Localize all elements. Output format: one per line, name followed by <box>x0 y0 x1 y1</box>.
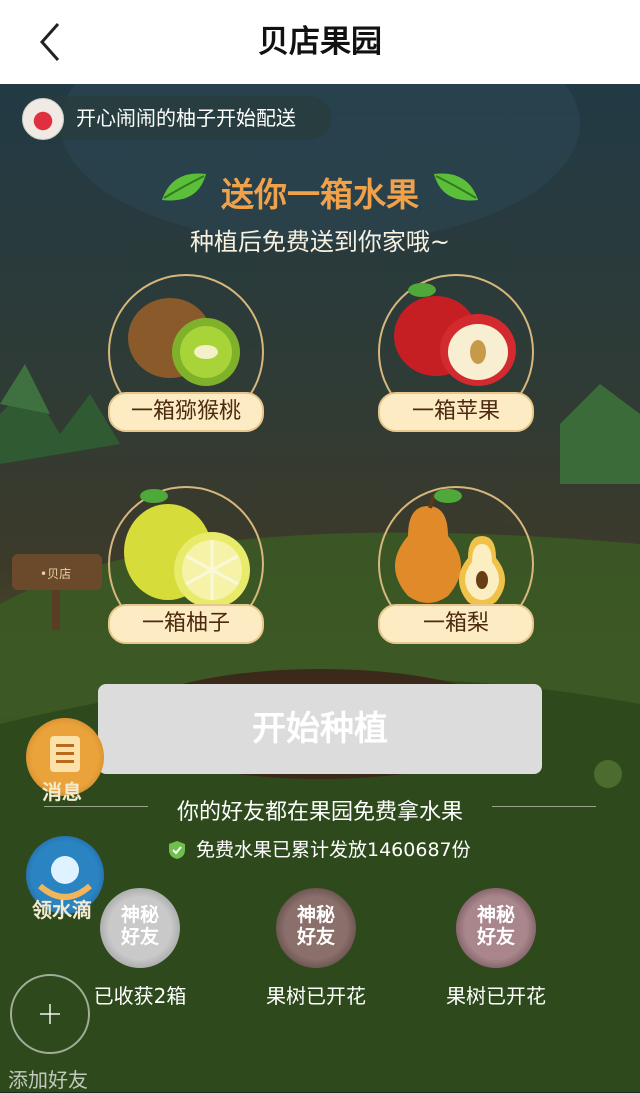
apple-icon <box>394 283 516 386</box>
fruit-label: 一箱梨 <box>378 604 534 644</box>
friend-name-line1: 神秘 <box>296 904 335 926</box>
leaf-icon <box>434 173 478 201</box>
friend-name-line2: 好友 <box>476 926 515 948</box>
top-bar: 贝店果园 <box>0 0 640 84</box>
fruit-option-apple[interactable]: 一箱苹果 <box>378 274 534 442</box>
pomelo-icon <box>124 489 250 608</box>
chevron-left-icon[interactable] <box>28 18 76 66</box>
promo-subline: 种植后免费送到你家哦~ <box>189 228 451 256</box>
friend-avatar[interactable]: 神秘 好友 <box>276 888 356 968</box>
shield-check-icon <box>169 841 185 859</box>
friend-name-line1: 神秘 <box>476 904 515 926</box>
fruit-option-pomelo[interactable]: 一箱柚子 <box>108 486 264 654</box>
notice-text: 开心闹闹的柚子开始配送 <box>76 106 296 130</box>
start-planting-button[interactable]: 开始种植 <box>98 684 542 774</box>
avatar <box>22 98 64 140</box>
kiwi-icon <box>128 298 240 386</box>
fruit-label: 一箱猕猴桃 <box>108 392 264 432</box>
friends-section-title: 你的好友都在果园免费拿水果 <box>176 800 463 825</box>
fruit-option-pear[interactable]: 一箱梨 <box>378 486 534 654</box>
friend-name-line1: 神秘 <box>120 904 159 926</box>
svg-text:•贝店: •贝店 <box>40 567 71 581</box>
fruit-label: 一箱苹果 <box>378 392 534 432</box>
delivery-notice: 开心闹闹的柚子开始配送 <box>20 96 331 140</box>
orchard-scene: •贝店 开心闹闹的柚子开始配送 送你一箱水果 种植后免费送到你家哦~ 一箱猕猴桃 <box>0 84 640 1092</box>
friend-name-line2: 好友 <box>120 926 159 948</box>
add-friend-label: 添加好友 <box>8 1068 88 1092</box>
friend-avatar[interactable]: 神秘 好友 <box>456 888 536 968</box>
friend-status: 果树已开花 <box>266 984 366 1008</box>
fruit-option-kiwi[interactable]: 一箱猕猴桃 <box>108 274 264 442</box>
fruit-label: 一箱柚子 <box>108 604 264 644</box>
water-drops-label: 领水滴 <box>32 898 92 922</box>
add-friend-button[interactable] <box>10 974 90 1054</box>
fruit-stat: 免费水果已累计发放1460687份 <box>168 836 471 864</box>
fruit-stat-text: 免费水果已累计发放1460687份 <box>196 839 471 861</box>
pear-icon <box>395 489 505 607</box>
plus-icon <box>40 1004 60 1024</box>
promo-headline: 送你一箱水果 <box>221 175 419 214</box>
friend-avatar[interactable]: 神秘 好友 <box>100 888 180 968</box>
friend-status: 果树已开花 <box>446 984 546 1008</box>
friend-name-line2: 好友 <box>296 926 335 948</box>
page-title: 贝店果园 <box>258 24 382 60</box>
